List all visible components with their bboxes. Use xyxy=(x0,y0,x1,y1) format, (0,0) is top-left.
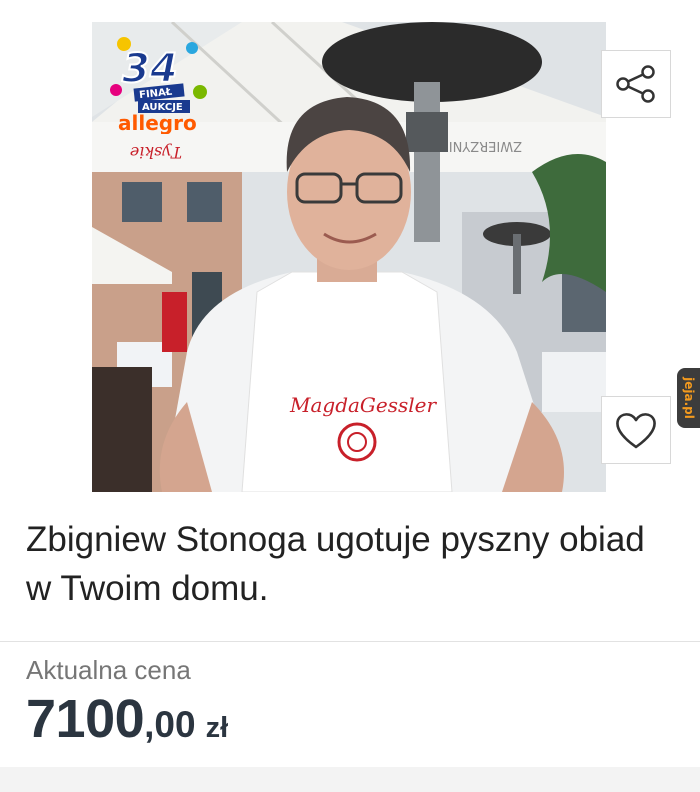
divider xyxy=(0,641,700,642)
current-price: 7100,00 zł xyxy=(26,688,228,750)
wosp-allegro-badge: 34 FINAŁ AUKCJE allegro xyxy=(104,30,212,135)
badge-line1: FINAŁ xyxy=(139,87,174,101)
share-button[interactable] xyxy=(601,50,671,118)
price-integer: 7100 xyxy=(26,689,145,749)
favorite-button[interactable] xyxy=(601,396,671,464)
price-decimal: ,00 xyxy=(144,704,196,745)
watermark-text: jeja.pl xyxy=(681,377,696,419)
apron xyxy=(241,271,453,492)
price-label: Aktualna cena xyxy=(26,655,191,685)
listing-title: Zbigniew Stonoga ugotuje pyszny obiad w … xyxy=(26,520,645,608)
price-currency: zł xyxy=(205,712,229,744)
allegro-logo: allegro xyxy=(118,111,197,134)
jeja-watermark: jeja.pl xyxy=(677,368,700,428)
bottom-strip xyxy=(0,767,700,792)
share-icon xyxy=(616,65,655,103)
svg-text:Tyskie: Tyskie xyxy=(130,143,182,162)
heart-icon xyxy=(616,413,656,449)
apron-logo-text: MagdaGessler xyxy=(289,393,438,417)
